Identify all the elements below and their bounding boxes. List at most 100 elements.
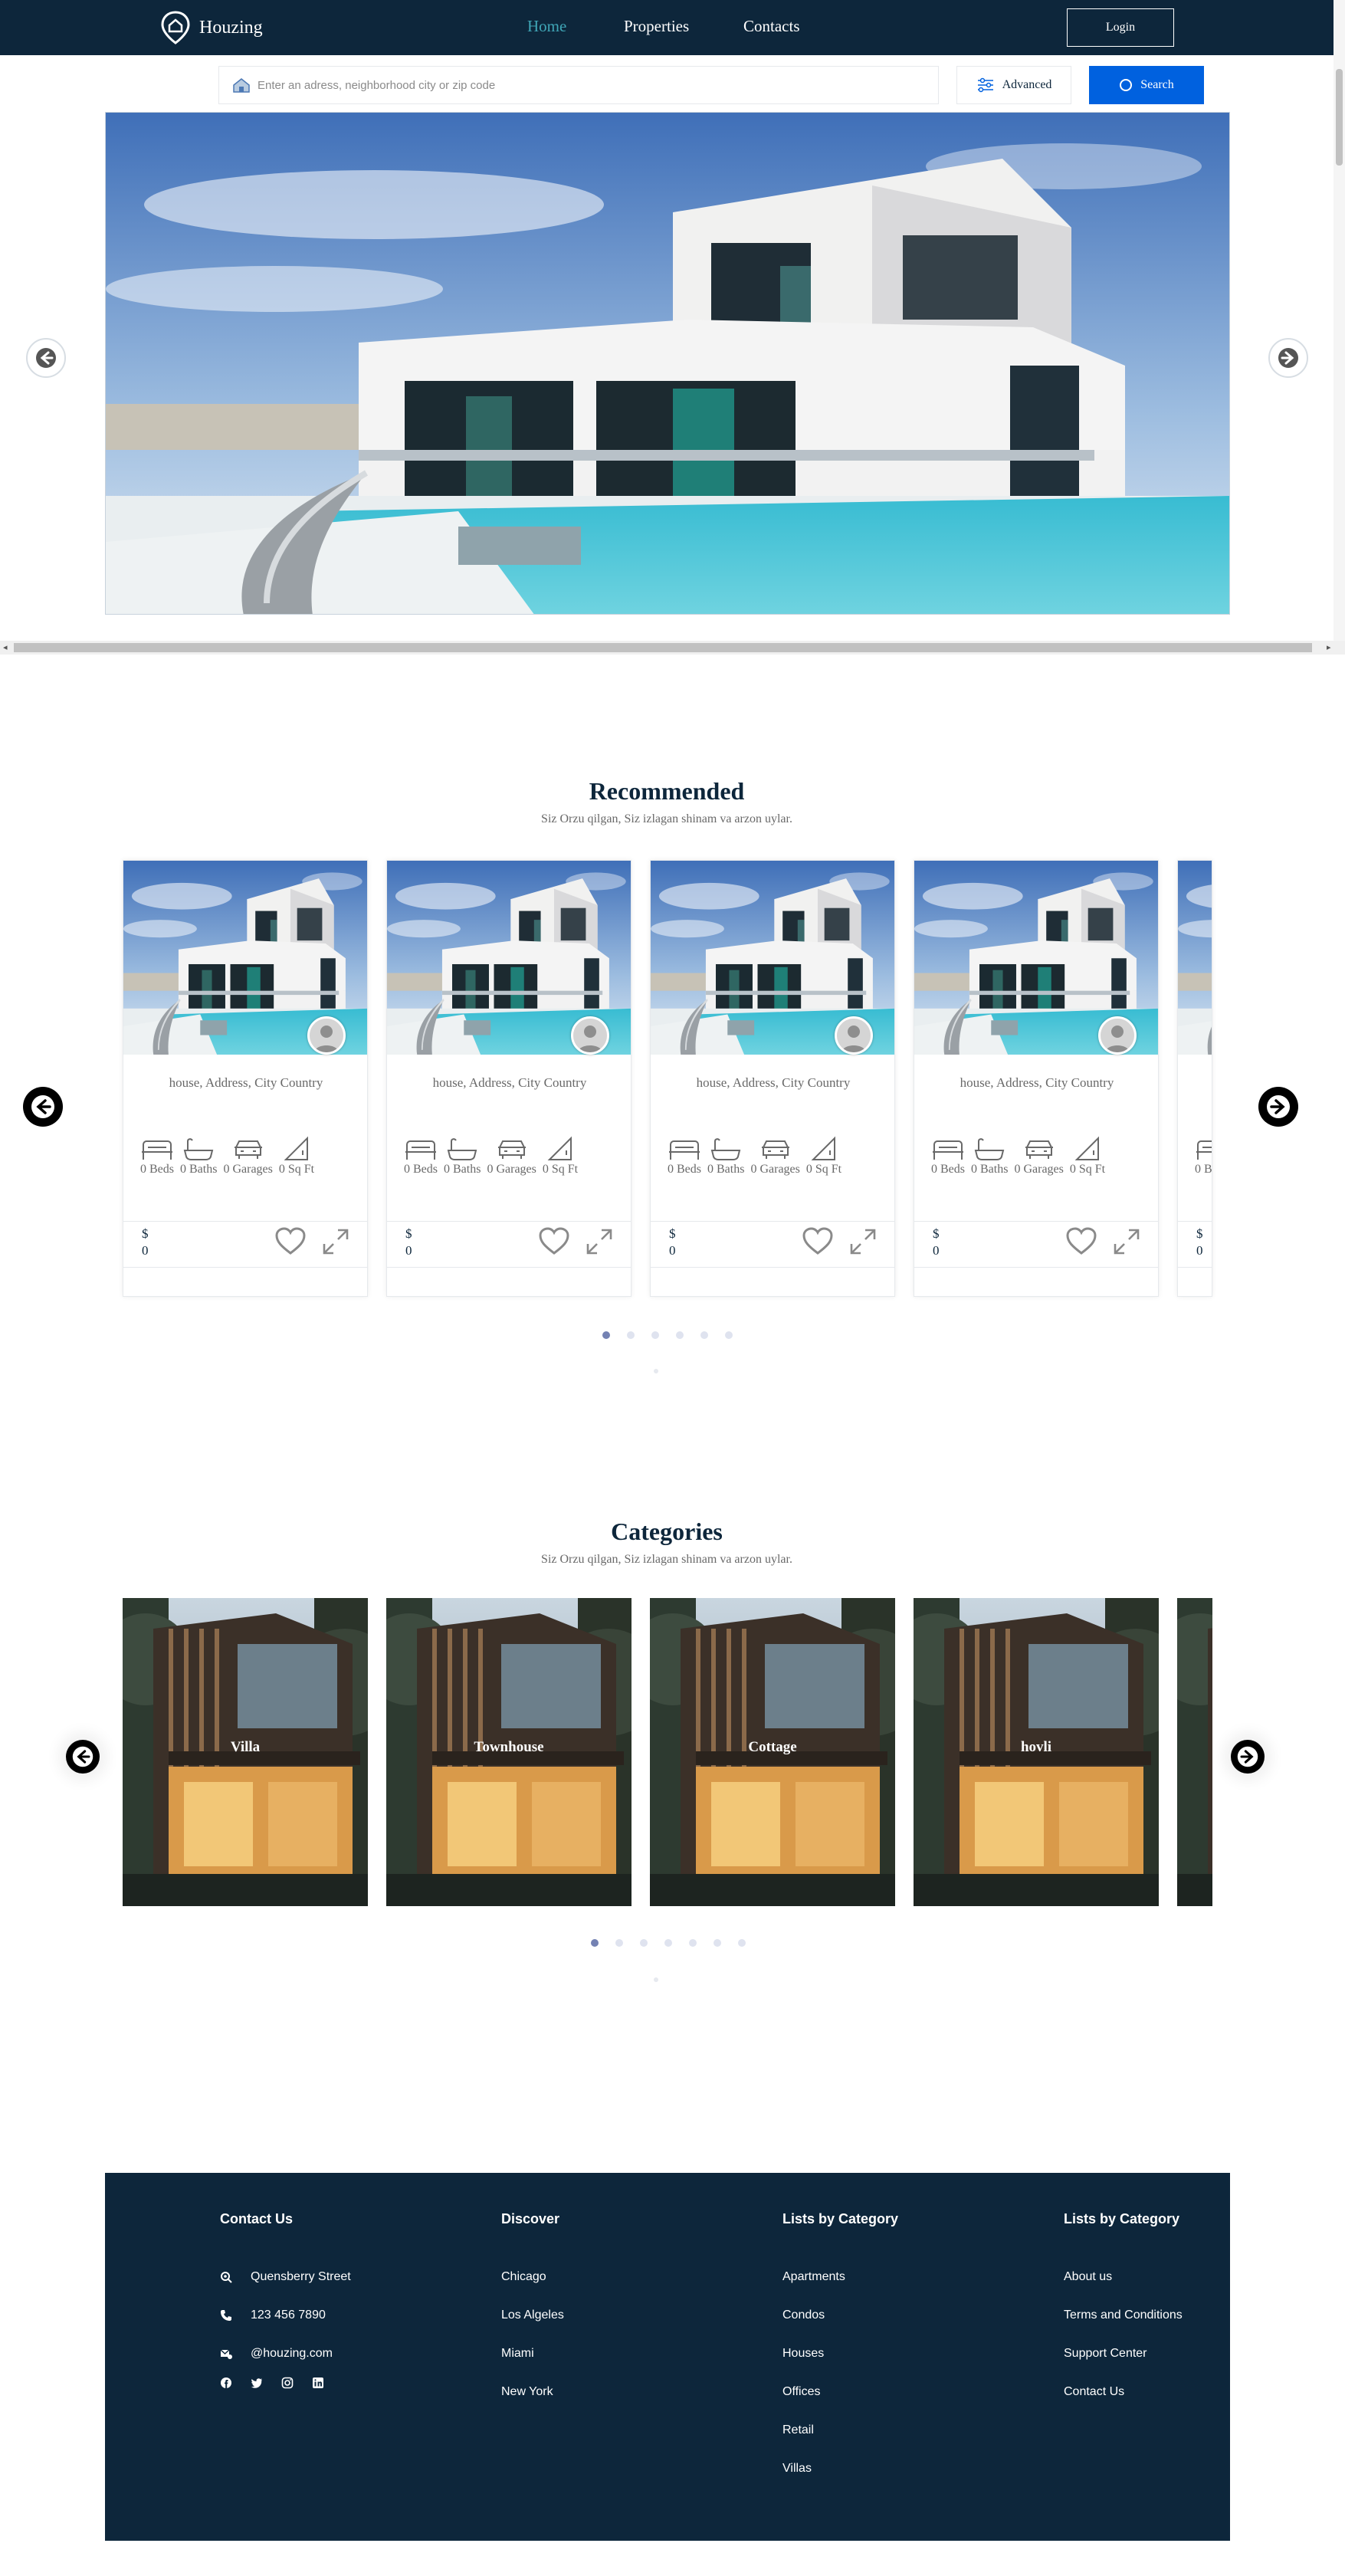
- card-divider: [387, 1267, 631, 1268]
- user-avatar-icon: [573, 1019, 607, 1052]
- expand-icon[interactable]: [321, 1227, 350, 1256]
- category-card[interactable]: hovli: [914, 1598, 1159, 1906]
- hero-prev-button[interactable]: [26, 338, 66, 378]
- scroll-right-arrow-icon[interactable]: ▸: [1327, 642, 1331, 652]
- category-card[interactable]: Townhouse: [386, 1598, 631, 1906]
- carousel-dot[interactable]: [664, 1939, 672, 1947]
- property-card[interactable]: 0 Beds $ 0: [1177, 860, 1212, 1297]
- nav-properties[interactable]: Properties: [624, 17, 689, 36]
- instagram-icon[interactable]: [281, 2377, 294, 2389]
- advanced-label: Advanced: [1002, 78, 1052, 91]
- baths-label: 0 Baths: [971, 1163, 1009, 1176]
- footer-link[interactable]: Condos: [782, 2309, 825, 2322]
- card-divider: [914, 1267, 1158, 1268]
- footer-link[interactable]: About us: [1064, 2270, 1112, 2284]
- footer-link[interactable]: Villas: [782, 2462, 812, 2476]
- footer-link[interactable]: Los Algeles: [501, 2309, 564, 2322]
- carousel-dot[interactable]: [676, 1331, 684, 1339]
- feature-beds: 0 Beds: [404, 1135, 438, 1176]
- footer-link[interactable]: Houses: [782, 2347, 824, 2361]
- search-input[interactable]: [258, 67, 938, 103]
- carousel-dot[interactable]: [714, 1939, 721, 1947]
- heart-icon[interactable]: [537, 1226, 571, 1256]
- carousel-dot[interactable]: [591, 1939, 599, 1947]
- feature-area: 0 Sq Ft: [279, 1135, 314, 1176]
- garages-label: 0 Garages: [1014, 1163, 1064, 1176]
- category-label: Cottage: [748, 1739, 797, 1755]
- hero-carousel: [105, 112, 1230, 615]
- expand-icon[interactable]: [848, 1227, 878, 1256]
- avatar: [835, 1016, 873, 1055]
- carousel-dot[interactable]: [640, 1939, 648, 1947]
- advanced-button[interactable]: Advanced: [956, 66, 1071, 104]
- carousel-dot[interactable]: [627, 1331, 635, 1339]
- bed-icon: [669, 1140, 700, 1160]
- bath-icon: [710, 1138, 741, 1160]
- carousel-dot[interactable]: [651, 1331, 659, 1339]
- footer-link[interactable]: New York: [501, 2385, 553, 2399]
- nav-contacts[interactable]: Contacts: [743, 17, 800, 36]
- footer-link[interactable]: Support Center: [1064, 2347, 1147, 2361]
- card-divider: [914, 1221, 1158, 1222]
- price-currency: $: [933, 1226, 940, 1241]
- property-features: 0 Beds: [1195, 1135, 1212, 1176]
- login-button[interactable]: Login: [1067, 8, 1174, 47]
- heart-icon[interactable]: [274, 1226, 307, 1256]
- recommended-prev-button[interactable]: [23, 1087, 63, 1127]
- carousel-dot[interactable]: [725, 1331, 733, 1339]
- scroll-left-arrow-icon[interactable]: ◂: [3, 642, 8, 652]
- carousel-dot[interactable]: [689, 1939, 697, 1947]
- expand-icon[interactable]: [1112, 1227, 1141, 1256]
- property-address: house, Address, City Country: [432, 1075, 587, 1090]
- horizontal-scrollbar[interactable]: ◂ ▸: [0, 641, 1345, 655]
- search-button[interactable]: Search: [1089, 66, 1204, 104]
- heart-icon[interactable]: [1065, 1226, 1098, 1256]
- footer-link[interactable]: Apartments: [782, 2270, 845, 2284]
- bed-icon: [405, 1140, 436, 1160]
- footer-email[interactable]: @houzing.com: [251, 2347, 333, 2361]
- property-card[interactable]: house, Address, City Country 0 Beds 0 Ba…: [386, 860, 631, 1297]
- card-divider: [1178, 1221, 1212, 1222]
- footer-link[interactable]: Offices: [782, 2385, 821, 2399]
- categories-prev-button[interactable]: [66, 1740, 100, 1774]
- nav-home[interactable]: Home: [527, 17, 566, 36]
- vertical-scrollbar-thumb[interactable]: [1336, 69, 1343, 166]
- expand-icon[interactable]: [585, 1227, 614, 1256]
- card-divider: [1178, 1267, 1212, 1268]
- feature-area: 0 Sq Ft: [806, 1135, 841, 1176]
- category-card[interactable]: Villa: [123, 1598, 368, 1906]
- facebook-icon[interactable]: [220, 2377, 232, 2389]
- property-address: house, Address, City Country: [169, 1075, 323, 1090]
- carousel-dot[interactable]: [700, 1331, 708, 1339]
- property-card[interactable]: house, Address, City Country 0 Beds 0 Ba…: [123, 860, 368, 1297]
- linkedin-icon[interactable]: [312, 2377, 324, 2389]
- footer-link[interactable]: Retail: [782, 2423, 814, 2437]
- vertical-scrollbar[interactable]: [1334, 0, 1345, 641]
- hero-next-button[interactable]: [1268, 338, 1308, 378]
- footer-link[interactable]: Miami: [501, 2347, 534, 2361]
- property-card[interactable]: house, Address, City Country 0 Beds 0 Ba…: [914, 860, 1159, 1297]
- ruler-icon: [811, 1136, 835, 1160]
- heart-icon[interactable]: [801, 1226, 835, 1256]
- price-currency: $: [142, 1226, 149, 1241]
- property-price: $ 0: [1196, 1226, 1203, 1259]
- footer-link[interactable]: Terms and Conditions: [1064, 2309, 1183, 2322]
- price-value: 0: [142, 1243, 149, 1258]
- category-card[interactable]: Cottage: [650, 1598, 895, 1906]
- property-card[interactable]: house, Address, City Country 0 Beds 0 Ba…: [650, 860, 895, 1297]
- footer-link[interactable]: Contact Us: [1064, 2385, 1124, 2399]
- feature-baths: 0 Baths: [444, 1135, 481, 1176]
- horizontal-scrollbar-thumb[interactable]: [14, 643, 1312, 652]
- footer-link[interactable]: Chicago: [501, 2270, 546, 2284]
- carousel-dot[interactable]: [615, 1939, 623, 1947]
- footer-address: Quensberry Street: [251, 2270, 351, 2283]
- carousel-dot[interactable]: [602, 1331, 610, 1339]
- recommended-title: Recommended: [589, 777, 745, 805]
- categories-next-button[interactable]: [1231, 1740, 1265, 1774]
- category-card[interactable]: [1177, 1598, 1212, 1906]
- categories-subtitle: Siz Orzu qilgan, Siz izlagan shinam va a…: [541, 1553, 792, 1566]
- carousel-dot[interactable]: [738, 1939, 746, 1947]
- twitter-icon[interactable]: [251, 2377, 263, 2389]
- recommended-next-button[interactable]: [1258, 1087, 1298, 1127]
- feature-area: 0 Sq Ft: [1070, 1135, 1105, 1176]
